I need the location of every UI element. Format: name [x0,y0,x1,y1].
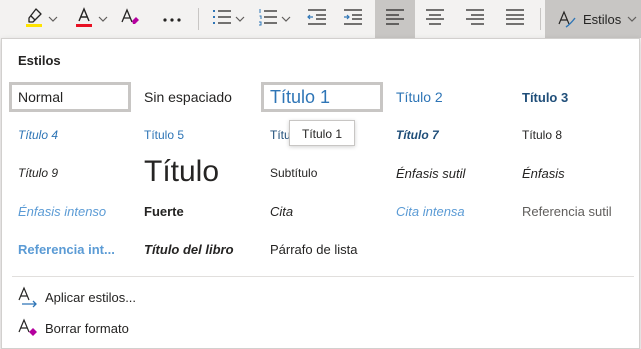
style-label: Párrafo de lista [270,241,358,257]
style-list-paragraph[interactable]: Párrafo de lista [261,234,383,264]
style-normal[interactable]: Normal [9,82,131,112]
styles-icon [557,9,577,29]
style-intense-reference[interactable]: Referencia int... [9,234,131,264]
style-no-spacing[interactable]: Sin espaciado [135,82,257,112]
style-emphasis[interactable]: Énfasis [513,158,633,188]
style-heading-7[interactable]: Título 7 [387,120,509,150]
style-heading-3[interactable]: Título 3 [513,82,633,112]
style-label: Cita [270,203,294,219]
clear-formatting-button[interactable] [116,0,144,38]
align-left-icon [385,8,405,31]
style-book-title[interactable]: Título del libro [135,234,257,264]
style-label: Título 4 [18,128,59,142]
styles-button[interactable]: Estilos [545,0,641,38]
font-color-button[interactable] [68,0,112,38]
numbered-list-button[interactable] [254,0,294,38]
bullet-list-icon [212,8,232,31]
style-label: Título 1 [270,86,331,107]
styles-button-label: Estilos [583,11,622,27]
style-label: Título 9 [18,166,59,180]
justify-button[interactable] [495,0,535,38]
style-heading-8[interactable]: Título 8 [513,120,633,150]
style-label: Referencia int... [18,241,115,257]
style-heading-4[interactable]: Título 4 [9,120,131,150]
style-label: Título 2 [396,89,443,105]
style-label: Énfasis [522,165,565,181]
style-label: Título 5 [144,128,185,142]
align-center-icon [425,8,445,31]
panel-divider [12,276,634,277]
style-heading-5[interactable]: Título 5 [135,120,257,150]
toolbar-separator [198,8,199,30]
style-intense-quote[interactable]: Cita intensa [387,196,509,226]
style-intense-emphasis[interactable]: Énfasis intenso [9,196,131,226]
chevron-down-icon [235,14,245,25]
style-title[interactable]: Título [135,152,257,192]
more-options-button[interactable] [156,0,188,38]
highlight-color-button[interactable] [18,0,62,38]
panel-title: Estilos [18,53,61,68]
styles-dropdown-panel: Estilos Normal Sin espaciado Título 1 Tí… [1,38,640,349]
apply-styles-label: Aplicar estilos... [45,289,137,305]
align-right-button[interactable] [455,0,495,38]
style-heading-9[interactable]: Título 9 [9,158,131,188]
style-heading-1[interactable]: Título 1 [261,82,383,112]
clear-formatting-icon [15,317,41,339]
style-heading-2[interactable]: Título 2 [387,82,509,112]
apply-styles-menu-item[interactable]: Aplicar estilos... [12,282,630,312]
style-label: Título del libro [144,241,234,257]
chevron-down-icon [98,14,108,25]
decrease-indent-button[interactable] [302,0,332,38]
more-options-icon [162,10,182,28]
clear-formatting-label: Borrar formato [45,320,129,336]
ribbon-toolbar: Estilos [0,0,641,38]
style-label: Cita intensa [396,203,465,219]
style-label: Énfasis sutil [396,165,466,181]
clear-formatting-icon [119,6,141,33]
align-left-button[interactable] [375,0,415,38]
style-label: Título 7 [396,128,439,142]
highlight-color-swatch [25,23,42,27]
style-quote[interactable]: Cita [261,196,383,226]
chevron-down-icon [281,14,291,25]
chevron-down-icon [627,14,637,25]
font-color-swatch [75,23,92,27]
style-strong[interactable]: Fuerte [135,196,257,226]
style-label: Título [144,155,220,188]
font-color-icon [73,6,95,33]
increase-indent-button[interactable] [338,0,368,38]
justify-icon [505,8,525,31]
style-label: Fuerte [144,203,184,219]
bullet-list-button[interactable] [208,0,248,38]
style-label: Título 8 [522,128,563,142]
apply-styles-icon [15,286,41,308]
increase-indent-icon [343,8,363,31]
chevron-down-icon [48,14,58,25]
style-subtitle[interactable]: Subtítulo [261,158,383,188]
style-label: Énfasis intenso [18,203,107,219]
style-subtle-emphasis[interactable]: Énfasis sutil [387,158,509,188]
style-label: Título 3 [522,89,569,105]
style-label: Subtítulo [270,166,318,180]
toolbar-separator [540,8,541,30]
highlighter-icon [23,6,45,33]
decrease-indent-icon [307,8,327,31]
style-label: Normal [18,89,64,105]
clear-formatting-menu-item[interactable]: Borrar formato [12,313,630,343]
numbered-list-icon [258,8,278,31]
align-center-button[interactable] [415,0,455,38]
align-right-icon [465,8,485,31]
style-label: Sin espaciado [144,89,232,105]
style-tooltip: Título 1 [289,120,356,146]
style-label: Referencia sutil [522,203,612,219]
style-subtle-reference[interactable]: Referencia sutil [513,196,637,226]
